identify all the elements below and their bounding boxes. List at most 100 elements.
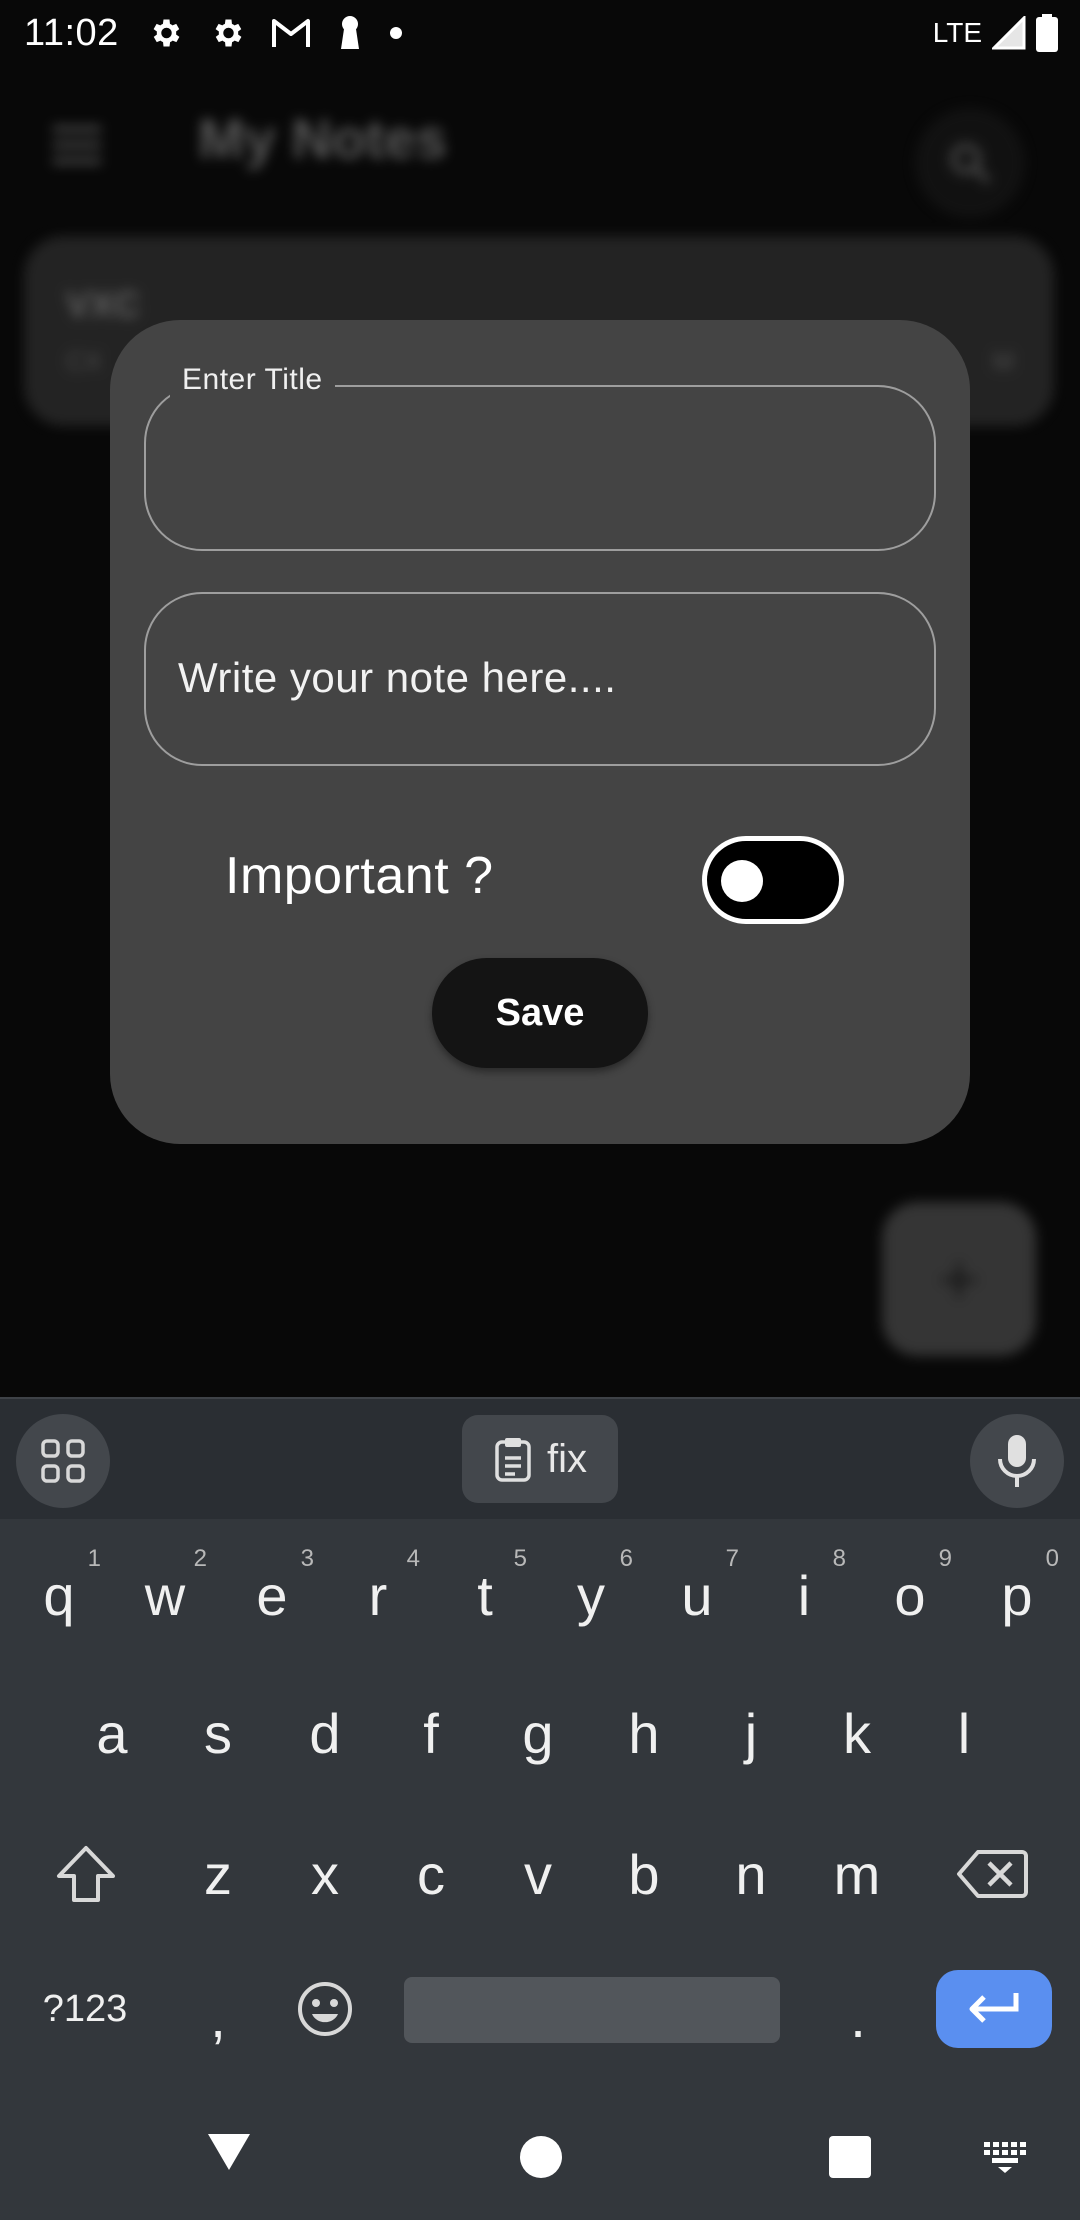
key-x[interactable]: x — [275, 1814, 375, 1934]
emoji-key[interactable] — [275, 1949, 375, 2069]
keyhole-icon — [340, 16, 359, 49]
suggestion-chip[interactable]: fix — [462, 1415, 618, 1503]
status-bar: 11:02 LTE — [0, 0, 1080, 66]
key-label: y — [577, 1563, 605, 1627]
title-field-label: Enter Title — [170, 363, 335, 397]
note-field[interactable] — [144, 592, 936, 766]
plus-icon: + — [938, 1240, 980, 1318]
key-b[interactable]: b — [594, 1814, 694, 1934]
voice-input-button[interactable] — [970, 1414, 1064, 1508]
add-note-dialog: Enter Title Important ? Save — [110, 320, 970, 1144]
key-m[interactable]: m — [807, 1814, 907, 1934]
key-f[interactable]: f — [381, 1673, 481, 1793]
app-title: My Notes — [198, 107, 447, 170]
clipboard-icon — [495, 1438, 531, 1482]
keyboard: fix q1 w2 e3 r4 t5 y6 u7 i8 o9 p0 a s d … — [0, 1397, 1080, 2110]
key-d[interactable]: d — [275, 1673, 375, 1793]
shift-key[interactable] — [36, 1814, 136, 1934]
key-z[interactable]: z — [168, 1814, 268, 1934]
key-number-hint: 4 — [406, 1545, 420, 1572]
network-type: LTE — [932, 17, 982, 48]
key-number-hint: 8 — [832, 1545, 846, 1572]
key-label: e — [256, 1563, 288, 1627]
symbols-key[interactable]: ?123 — [22, 1949, 148, 2069]
title-input[interactable] — [176, 427, 896, 507]
settings-icon — [153, 19, 180, 47]
key-n[interactable]: n — [701, 1814, 801, 1934]
key-q[interactable]: q1 — [9, 1535, 109, 1655]
note-card-subtitle: CX — [66, 346, 103, 376]
key-v[interactable]: v — [488, 1814, 588, 1934]
key-p[interactable]: p0 — [967, 1535, 1067, 1655]
key-number-hint: 2 — [193, 1545, 207, 1572]
back-icon[interactable] — [206, 2128, 252, 2174]
key-i[interactable]: i8 — [754, 1535, 854, 1655]
settings-icon — [215, 19, 242, 47]
key-e[interactable]: e3 — [222, 1535, 322, 1655]
key-label: r — [368, 1563, 388, 1627]
menu-icon[interactable] — [52, 126, 102, 166]
key-u[interactable]: u7 — [647, 1535, 747, 1655]
key-w[interactable]: w2 — [115, 1535, 215, 1655]
navigation-bar — [0, 2110, 1080, 2220]
key-number-hint: 3 — [300, 1545, 314, 1572]
key-l[interactable]: l — [914, 1673, 1014, 1793]
emoji-icon — [298, 1982, 352, 2036]
enter-key[interactable] — [936, 1970, 1052, 2048]
period-key[interactable]: . — [808, 1957, 908, 2077]
key-number-hint: 7 — [725, 1545, 739, 1572]
mic-icon — [998, 1435, 1036, 1487]
keyboard-apps-button[interactable] — [16, 1414, 110, 1508]
backspace-icon — [957, 1850, 1028, 1898]
toggle-knob — [721, 860, 763, 902]
note-input[interactable] — [178, 638, 908, 718]
suggestion-text: fix — [547, 1436, 587, 1481]
key-k[interactable]: k — [807, 1673, 907, 1793]
space-key[interactable] — [404, 1977, 780, 2043]
dot-icon — [389, 27, 402, 39]
search-button[interactable] — [915, 108, 1025, 218]
comma-key[interactable]: , — [168, 1957, 268, 2077]
key-c[interactable]: c — [381, 1814, 481, 1934]
status-time: 11:02 — [24, 11, 119, 54]
key-o[interactable]: o9 — [860, 1535, 960, 1655]
key-r[interactable]: r4 — [328, 1535, 428, 1655]
keyboard-switch-icon[interactable] — [982, 2140, 1028, 2174]
key-label: u — [681, 1563, 713, 1627]
key-label: i — [797, 1563, 811, 1627]
note-card-title: VXC — [66, 284, 141, 325]
signal-icon — [992, 16, 1026, 50]
key-y[interactable]: y6 — [541, 1535, 641, 1655]
key-label: t — [477, 1563, 493, 1627]
gmail-icon — [271, 19, 310, 47]
key-a[interactable]: a — [62, 1673, 162, 1793]
key-label: o — [894, 1563, 926, 1627]
title-field[interactable]: Enter Title — [144, 363, 936, 551]
home-button[interactable] — [520, 2136, 562, 2178]
recents-button[interactable] — [829, 2136, 871, 2178]
important-label: Important ? — [225, 847, 494, 905]
save-button[interactable]: Save — [432, 958, 648, 1068]
backspace-key[interactable] — [942, 1814, 1042, 1934]
shift-icon — [57, 1846, 115, 1902]
key-label: w — [144, 1563, 186, 1627]
key-number-hint: 0 — [1045, 1545, 1059, 1572]
key-label: q — [43, 1563, 75, 1627]
key-s[interactable]: s — [168, 1673, 268, 1793]
important-toggle[interactable] — [702, 836, 844, 924]
add-note-button[interactable]: + — [882, 1202, 1036, 1356]
key-label: p — [1001, 1563, 1033, 1627]
battery-icon — [1036, 14, 1058, 52]
key-t[interactable]: t5 — [435, 1535, 535, 1655]
enter-icon — [969, 1993, 1019, 2023]
key-number-hint: 6 — [619, 1545, 633, 1572]
apps-grid-icon — [41, 1439, 85, 1483]
key-g[interactable]: g — [488, 1673, 588, 1793]
screen: 11:02 LTE My Notes VXC CX M + Enter Titl… — [0, 0, 1080, 2220]
key-number-hint: 1 — [87, 1545, 101, 1572]
key-number-hint: 5 — [513, 1545, 527, 1572]
keyboard-toolbar: fix — [0, 1397, 1080, 1519]
key-h[interactable]: h — [594, 1673, 694, 1793]
key-j[interactable]: j — [701, 1673, 801, 1793]
key-number-hint: 9 — [938, 1545, 952, 1572]
